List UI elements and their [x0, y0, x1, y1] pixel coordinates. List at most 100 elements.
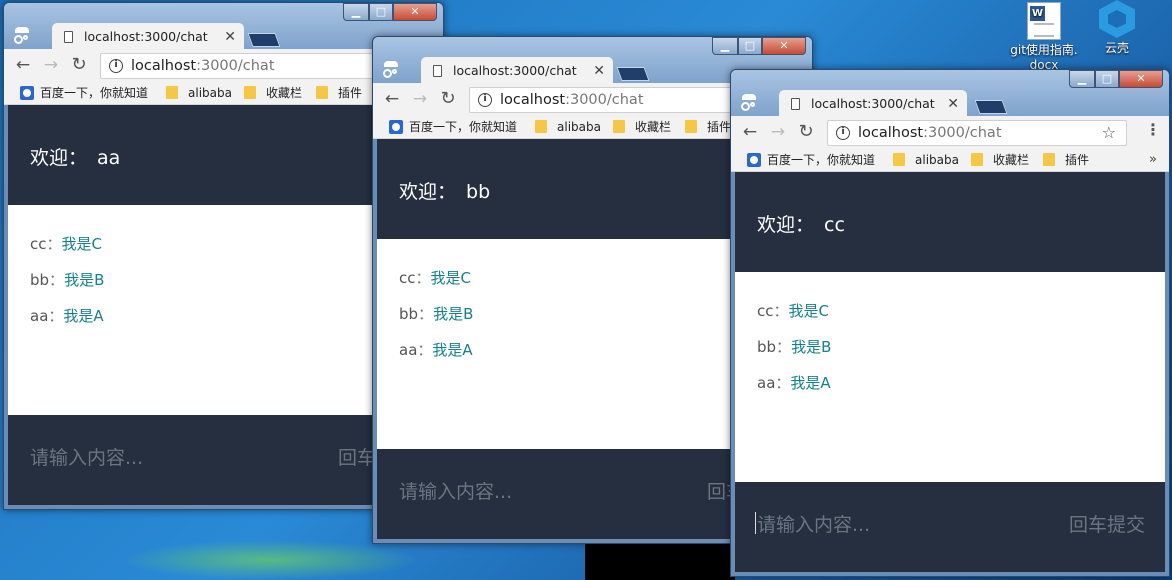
back-arrow-icon[interactable]: ←: [739, 120, 761, 144]
new-tab-button[interactable]: [974, 100, 1008, 114]
folder-icon: [613, 120, 625, 133]
tab-title: localhost:3000/chat: [453, 63, 577, 78]
url-host: localhost: [500, 92, 566, 108]
forward-arrow-icon[interactable]: →: [40, 53, 62, 77]
message-item: aa：我是A: [30, 307, 104, 325]
incognito-icon: [381, 59, 401, 78]
bookmark-favorites[interactable]: 收藏栏: [613, 115, 671, 139]
maximize-button[interactable]: □: [738, 37, 762, 55]
welcome-text: 欢迎： cc: [757, 214, 845, 236]
url-host: localhost: [858, 125, 924, 141]
folder-icon: [971, 153, 983, 166]
folder-icon: [244, 86, 256, 99]
submit-button[interactable]: 回车提交: [1069, 510, 1145, 537]
chat-page: 欢迎： cc cc：我是C bb：我是B aa：我是A 请输入内容... 回车提交: [735, 172, 1165, 572]
forward-arrow-icon[interactable]: →: [767, 120, 789, 144]
folder-icon: [685, 120, 697, 133]
minimize-button[interactable]: ▁: [1069, 70, 1095, 88]
bookmark-plugins[interactable]: 插件: [316, 81, 362, 105]
text-caret: [755, 512, 756, 534]
url-host: localhost: [131, 58, 197, 74]
browser-menu-icon[interactable]: ⋮: [1145, 120, 1161, 139]
page-icon: [64, 31, 73, 43]
message-input[interactable]: 请输入内容...: [30, 443, 143, 470]
url-path: :3000/chat: [923, 125, 1002, 141]
bookmark-baidu[interactable]: 百度一下，你就知道: [389, 115, 517, 139]
reload-icon[interactable]: ↻: [437, 87, 459, 111]
close-tab-icon[interactable]: ✕: [947, 90, 959, 118]
url-path: :3000/chat: [565, 92, 644, 108]
close-window-button[interactable]: ✕: [762, 37, 806, 55]
message-item: aa：我是A: [757, 374, 831, 392]
minimize-button[interactable]: ▁: [343, 3, 369, 21]
welcome-text: 欢迎： bb: [399, 181, 491, 203]
maximize-button[interactable]: □: [369, 3, 393, 21]
bookmark-star-icon[interactable]: ☆: [1102, 121, 1116, 145]
message-input[interactable]: 请输入内容...: [757, 510, 870, 537]
folder-icon: [1043, 153, 1055, 166]
message-list: cc：我是C bb：我是B aa：我是A: [735, 272, 1165, 482]
chat-input-bar: 请输入内容... 回车提交: [735, 482, 1165, 572]
bookmark-baidu[interactable]: 百度一下，你就知道: [747, 148, 875, 172]
message-input[interactable]: 请输入内容...: [399, 477, 512, 504]
desktop-icon-label: git使用指南.: [1010, 43, 1078, 57]
desktop-icon-yunke[interactable]: 云壳: [1092, 0, 1142, 56]
bookmark-favorites[interactable]: 收藏栏: [244, 81, 302, 105]
browser-tab[interactable]: localhost:3000/chat ✕: [52, 23, 244, 51]
site-info-icon[interactable]: i: [478, 93, 492, 107]
bookmarks-bar: 百度一下，你就知道 alibaba 收藏栏 插件 »: [731, 148, 1169, 172]
bookmark-alibaba[interactable]: alibaba: [166, 81, 232, 105]
message-item: bb：我是B: [399, 305, 474, 323]
desktop-icon-label: 云壳: [1104, 41, 1129, 55]
close-tab-icon[interactable]: ✕: [593, 57, 605, 85]
browser-tab[interactable]: localhost:3000/chat ✕: [421, 57, 613, 85]
desktop-wallpaper-glow: [120, 540, 420, 580]
close-window-button[interactable]: ✕: [393, 3, 437, 21]
bookmark-alibaba[interactable]: alibaba: [893, 148, 959, 172]
bookmark-favorites[interactable]: 收藏栏: [971, 148, 1029, 172]
close-window-button[interactable]: ✕: [1119, 70, 1163, 88]
baidu-icon: [389, 120, 403, 134]
page-icon: [791, 98, 800, 110]
reload-icon[interactable]: ↻: [68, 53, 90, 77]
chat-header: 欢迎： cc: [735, 172, 1165, 272]
bookmarks-overflow-icon[interactable]: »: [1149, 148, 1157, 172]
message-item: cc：我是C: [757, 302, 829, 320]
bookmark-plugins[interactable]: 插件: [1043, 148, 1089, 172]
window-controls: ▁ □ ✕: [1069, 70, 1163, 88]
address-bar[interactable]: i localhost:3000/chat ☆: [827, 120, 1127, 146]
desktop-black-area: [585, 540, 735, 580]
back-arrow-icon[interactable]: ←: [12, 53, 34, 77]
tab-title: localhost:3000/chat: [811, 96, 935, 111]
bookmark-baidu[interactable]: 百度一下，你就知道: [20, 81, 148, 105]
new-tab-button[interactable]: [247, 33, 281, 47]
close-tab-icon[interactable]: ✕: [224, 23, 236, 51]
reload-icon[interactable]: ↻: [795, 120, 817, 144]
folder-icon: [316, 86, 328, 99]
url-path: :3000/chat: [196, 58, 275, 74]
site-info-icon[interactable]: i: [109, 59, 123, 73]
window-controls: ▁ □ ✕: [343, 3, 437, 21]
browser-window-cc[interactable]: ▁ □ ✕ localhost:3000/chat ✕ ← → ↻ i loca…: [730, 69, 1170, 577]
maximize-button[interactable]: □: [1095, 70, 1119, 88]
bookmark-plugins[interactable]: 插件: [685, 115, 731, 139]
minimize-button[interactable]: ▁: [712, 37, 738, 55]
desktop-icon-git-guide[interactable]: git使用指南. docx: [1004, 2, 1084, 73]
forward-arrow-icon[interactable]: →: [409, 87, 431, 111]
window-controls: ▁ □ ✕: [712, 37, 806, 55]
message-item: cc：我是C: [399, 269, 471, 287]
message-item: cc：我是C: [30, 235, 102, 253]
site-info-icon[interactable]: i: [836, 126, 850, 140]
message-item: aa：我是A: [399, 341, 473, 359]
bookmark-alibaba[interactable]: alibaba: [535, 115, 601, 139]
browser-tab[interactable]: localhost:3000/chat ✕: [779, 90, 967, 118]
current-user: bb: [466, 181, 491, 203]
message-item: bb：我是B: [30, 271, 105, 289]
back-arrow-icon[interactable]: ←: [381, 87, 403, 111]
incognito-icon: [12, 25, 32, 44]
new-tab-button[interactable]: [616, 67, 650, 81]
current-user: aa: [97, 147, 121, 169]
folder-icon: [166, 86, 178, 99]
submit-button[interactable]: 回车: [338, 443, 376, 470]
page-icon: [433, 65, 442, 77]
